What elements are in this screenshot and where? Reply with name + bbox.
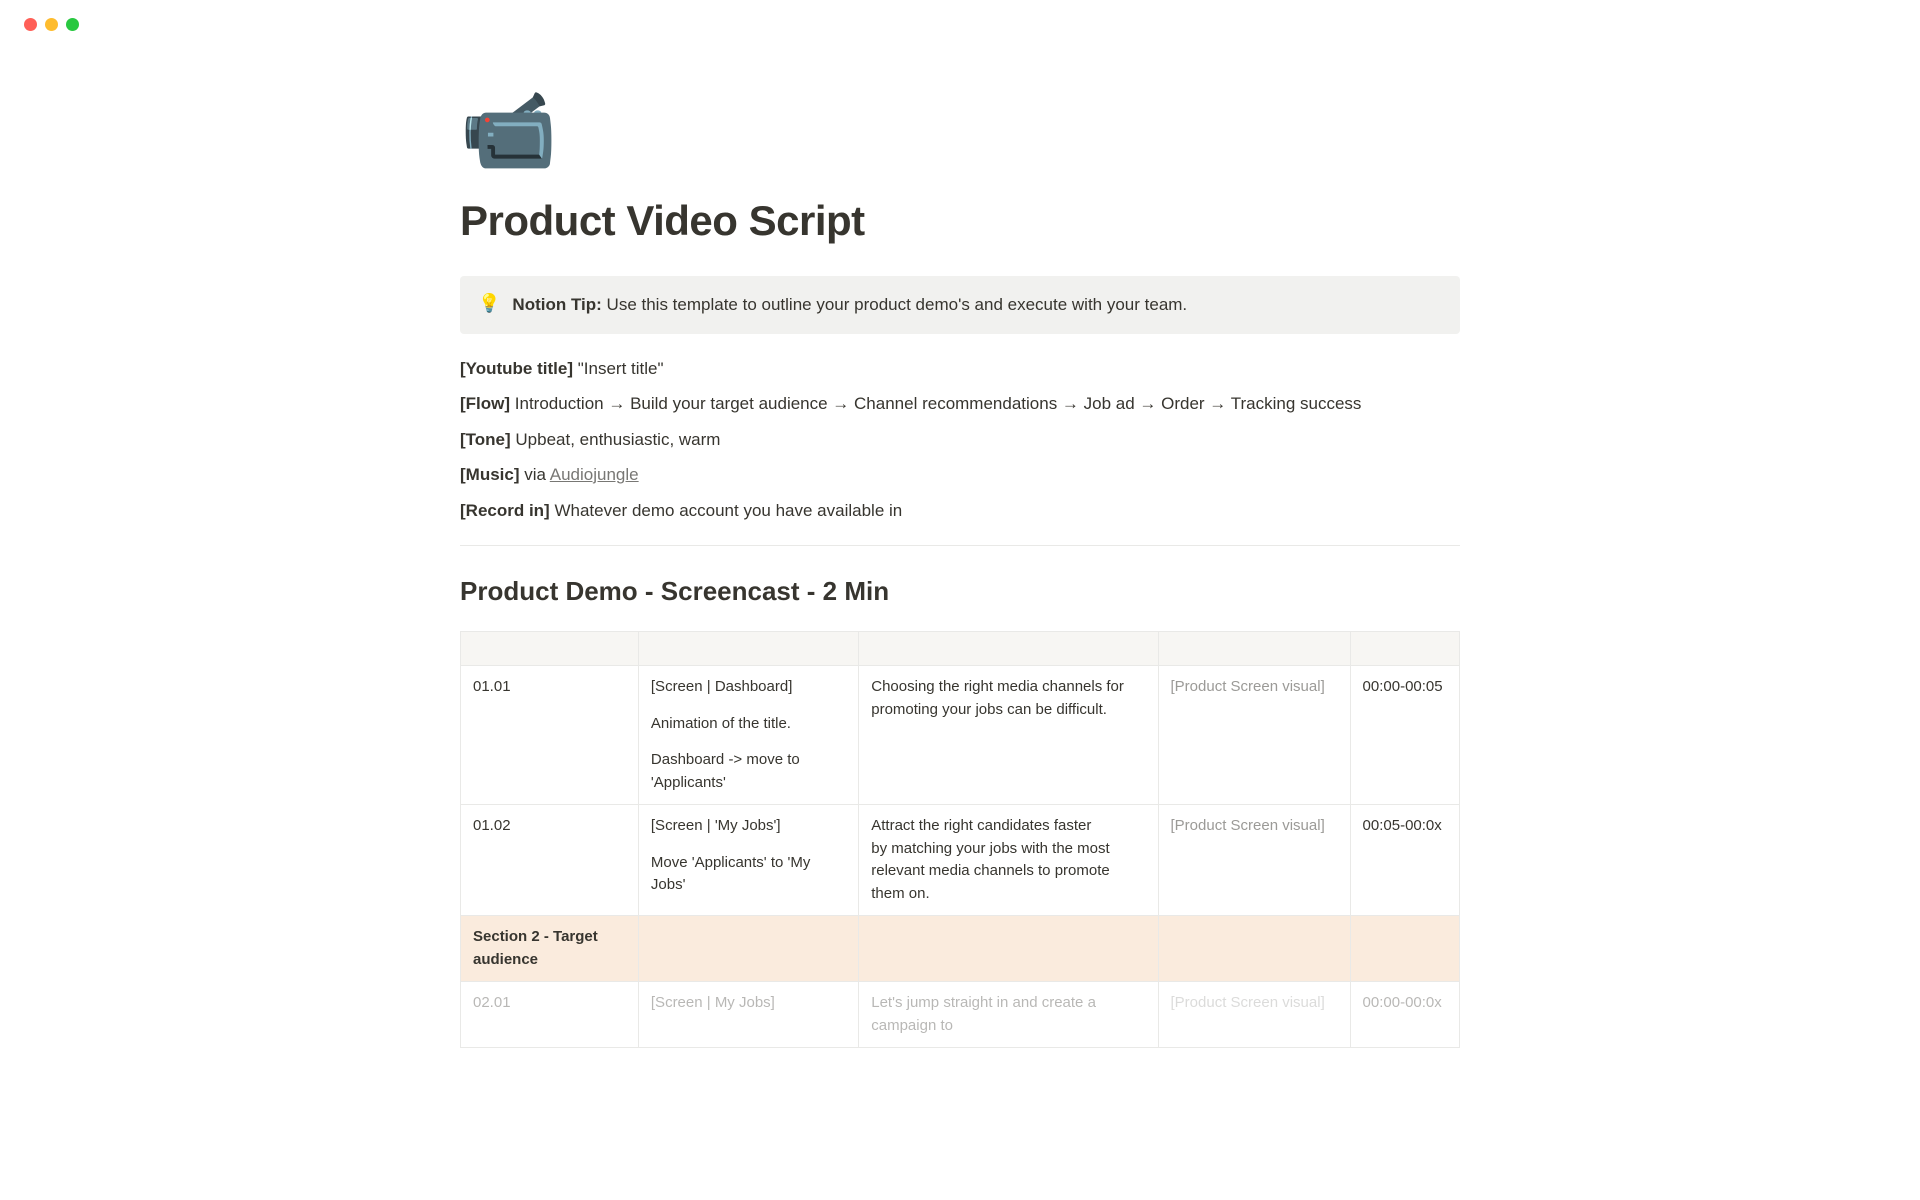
table-header-id[interactable] [461,632,639,666]
meta-record[interactable]: [Record in] Whatever demo account you ha… [460,498,1460,524]
callout-label: Notion Tip: [512,295,601,314]
cell-screen[interactable]: [Screen | Dashboard] Animation of the ti… [638,666,858,805]
table-row[interactable]: 01.01 [Screen | Dashboard] Animation of … [461,666,1460,805]
cell-narrative[interactable]: Attract the right candidates faster by m… [859,805,1158,916]
divider [460,545,1460,546]
cell-screen-line: [Screen | Dashboard] [651,676,846,699]
meta-music-prefix: via [524,465,550,484]
audiojungle-link[interactable]: Audiojungle [550,465,639,484]
cell-narrative-line: by matching your jobs with the most rele… [871,838,1145,906]
cell-screen-line: Move 'Applicants' to 'My Jobs' [651,852,846,897]
cell-narrative[interactable]: Choosing the right media channels for pr… [859,666,1158,805]
minimize-window-button[interactable] [45,18,58,31]
table-header-time[interactable] [1350,632,1459,666]
callout-body: Use this template to outline your produc… [607,295,1188,314]
meta-music[interactable]: [Music] via Audiojungle [460,462,1460,488]
window-controls [0,0,1920,31]
meta-tone-label: [Tone] [460,430,511,449]
cell-id[interactable]: 01.02 [461,805,639,916]
cell-time[interactable]: 00:05-00:0x [1350,805,1459,916]
cell-narrative-line: Attract the right candidates faster [871,815,1145,838]
cell-screen-line: [Screen | 'My Jobs'] [651,815,846,838]
close-window-button[interactable] [24,18,37,31]
lightbulb-icon: 💡 [478,292,500,318]
table-header-row [461,632,1460,666]
meta-flow-label: [Flow] [460,394,510,413]
page-container: 📹 Product Video Script 💡 Notion Tip: Use… [360,31,1560,1048]
cell-time[interactable]: 00:00-00:0x [1350,982,1459,1048]
cell-visual[interactable]: [Product Screen visual] [1158,805,1350,916]
meta-tone[interactable]: [Tone] Upbeat, enthusiastic, warm [460,427,1460,453]
page-title[interactable]: Product Video Script [460,189,1460,252]
cell-screen-line: Dashboard -> move to 'Applicants' [651,749,846,794]
table-header-screen[interactable] [638,632,858,666]
section-cell [638,916,858,982]
meta-record-value: Whatever demo account you have available… [554,501,902,520]
table-header-visual[interactable] [1158,632,1350,666]
maximize-window-button[interactable] [66,18,79,31]
meta-flow[interactable]: [Flow] Introduction → Build your target … [460,391,1460,417]
cell-time[interactable]: 00:00-00:05 [1350,666,1459,805]
cell-visual[interactable]: [Product Screen visual] [1158,666,1350,805]
meta-flow-value: Introduction → Build your target audienc… [515,394,1362,413]
table-row[interactable]: 01.02 [Screen | 'My Jobs'] Move 'Applica… [461,805,1460,916]
table-section-row[interactable]: Section 2 - Target audience [461,916,1460,982]
meta-youtube-label: [Youtube title] [460,359,573,378]
cell-narrative[interactable]: Let's jump straight in and create a camp… [859,982,1158,1048]
cell-screen[interactable]: [Screen | My Jobs] [638,982,858,1048]
meta-youtube-title[interactable]: [Youtube title] "Insert title" [460,356,1460,382]
table-row-partial[interactable]: 02.01 [Screen | My Jobs] Let's jump stra… [461,982,1460,1048]
section-cell [1158,916,1350,982]
cell-id[interactable]: 02.01 [461,982,639,1048]
section-cell [859,916,1158,982]
section-heading[interactable]: Product Demo - Screencast - 2 Min [460,572,1460,611]
section-cell [1350,916,1459,982]
meta-music-label: [Music] [460,465,520,484]
cell-screen-line: Animation of the title. [651,713,846,736]
meta-tone-value: Upbeat, enthusiastic, warm [515,430,720,449]
meta-youtube-value: "Insert title" [578,359,664,378]
section-label: Section 2 - Target audience [461,916,639,982]
script-table[interactable]: 01.01 [Screen | Dashboard] Animation of … [460,631,1460,1048]
page-icon[interactable]: 📹 [460,91,1460,169]
meta-record-label: [Record in] [460,501,550,520]
callout-tip[interactable]: 💡 Notion Tip: Use this template to outli… [460,276,1460,334]
cell-visual[interactable]: [Product Screen visual] [1158,982,1350,1048]
cell-screen[interactable]: [Screen | 'My Jobs'] Move 'Applicants' t… [638,805,858,916]
cell-id[interactable]: 01.01 [461,666,639,805]
callout-text: Notion Tip: Use this template to outline… [512,292,1187,318]
table-header-narrative[interactable] [859,632,1158,666]
